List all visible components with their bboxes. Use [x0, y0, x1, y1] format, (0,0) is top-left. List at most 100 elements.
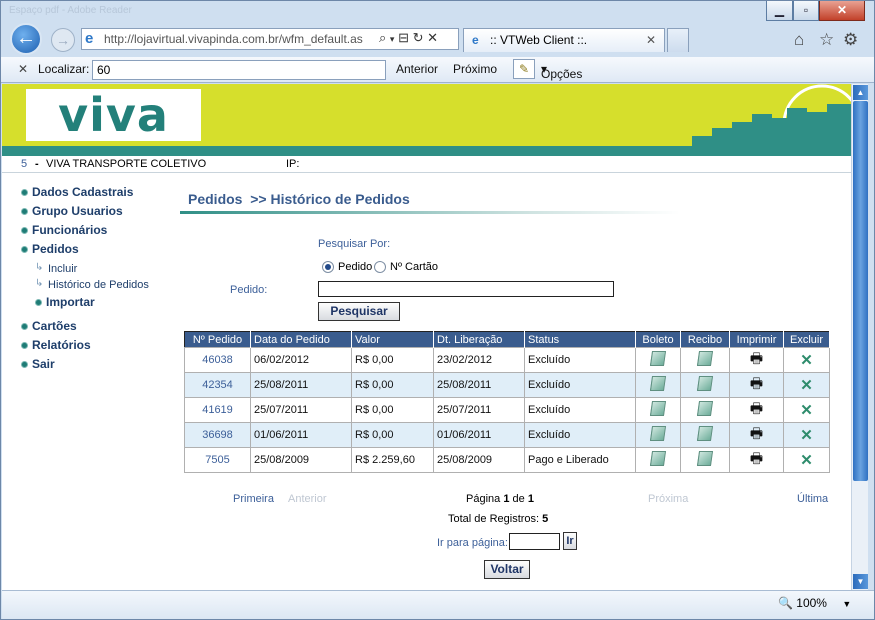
search-button[interactable]: Pesquisar	[318, 302, 400, 321]
sidebar-sub-historico[interactable]: Histórico de Pedidos	[35, 278, 149, 291]
compatibility-icon[interactable]: ⊟	[398, 30, 409, 45]
recibo-icon[interactable]	[696, 376, 714, 391]
search-icon[interactable]: ⌕	[379, 30, 386, 45]
table-row: 36698 01/06/2011 R$ 0,00 01/06/2011 Excluído…	[184, 422, 830, 448]
boleto-cell	[635, 422, 681, 448]
find-input[interactable]: 60	[92, 60, 386, 80]
close-window-button[interactable]: ✕	[819, 1, 865, 21]
order-id-link[interactable]: 41619	[184, 397, 251, 423]
tab-vtweb[interactable]: e :: VTWeb Client ::. ✕	[463, 28, 665, 52]
viva-logo: viva	[26, 89, 201, 141]
sidebar-item-funcionarios[interactable]: Funcionários	[21, 223, 107, 237]
minimize-button[interactable]: ▁	[766, 1, 793, 21]
page-title: Pedidos >> Histórico de Pedidos	[188, 191, 410, 207]
printer-icon[interactable]: 🖶	[750, 423, 763, 447]
find-options-button[interactable]: Opções ▾	[541, 62, 582, 81]
delete-icon[interactable]: ✕	[800, 452, 813, 469]
goto-page-input[interactable]	[509, 533, 560, 550]
orders-table: Nº Pedido Data do Pedido Valor Dt. Liber…	[184, 331, 830, 473]
stop-icon[interactable]: ✕	[427, 30, 438, 45]
title-underline	[180, 211, 680, 214]
radio-cartao[interactable]	[374, 261, 386, 273]
banner-skyline-graphic	[692, 84, 851, 146]
scroll-up-arrow[interactable]: ▲	[853, 85, 868, 100]
printer-icon[interactable]: 🖶	[750, 398, 763, 422]
col-header: Excluir	[783, 331, 830, 348]
company-code: 5	[21, 158, 28, 170]
boleto-icon[interactable]	[649, 376, 667, 391]
printer-icon[interactable]: 🖶	[750, 348, 763, 372]
browser-window: Espaço pdf - Adobe Reader ▁ ▫ ✕ ← → e ht…	[0, 0, 875, 620]
find-previous-button[interactable]: Anterior	[396, 62, 438, 76]
sidebar-item-dados-cadastrais[interactable]: Dados Cadastrais	[21, 185, 133, 199]
scroll-thumb[interactable]	[853, 101, 868, 481]
order-id-link[interactable]: 46038	[184, 347, 251, 373]
close-find-icon[interactable]: ✕	[18, 62, 28, 76]
order-status: Excluído	[524, 372, 636, 398]
radio-cartao-label: Nº Cartão	[390, 261, 439, 273]
highlight-icon[interactable]: ✎	[513, 59, 535, 79]
gear-icon[interactable]: ⚙	[843, 30, 858, 50]
boleto-icon[interactable]	[649, 401, 667, 416]
maximize-button[interactable]: ▫	[793, 1, 819, 21]
sidebar-item-pedidos[interactable]: Pedidos	[21, 242, 79, 256]
boleto-icon[interactable]	[649, 351, 667, 366]
boleto-icon[interactable]	[649, 426, 667, 441]
col-header: Boleto	[635, 331, 681, 348]
delete-icon[interactable]: ✕	[800, 377, 813, 394]
recibo-icon[interactable]	[696, 401, 714, 416]
order-date: 06/02/2012	[250, 347, 352, 373]
scroll-down-arrow[interactable]: ▼	[853, 574, 868, 589]
sidebar-sub-incluir[interactable]: Incluir	[35, 262, 77, 275]
boleto-icon[interactable]	[649, 451, 667, 466]
company-separator: -	[35, 158, 39, 170]
new-tab-button[interactable]	[667, 28, 689, 52]
pager-first-link[interactable]: Primeira	[233, 493, 274, 505]
delete-cell: ✕	[783, 447, 830, 473]
printer-icon[interactable]: 🖶	[750, 448, 763, 472]
company-info-bar: 5 - VIVA TRANSPORTE COLETIVO IP:	[2, 156, 851, 173]
close-tab-icon[interactable]: ✕	[646, 29, 656, 51]
recibo-icon[interactable]	[696, 351, 714, 366]
tab-title: :: VTWeb Client ::.	[490, 33, 588, 47]
radio-pedido[interactable]	[322, 261, 334, 273]
order-id-link[interactable]: 7505	[184, 447, 251, 473]
pager-last-link[interactable]: Última	[797, 493, 828, 505]
sidebar-sub-importar[interactable]: Importar	[35, 295, 95, 309]
home-icon[interactable]: ⌂	[794, 30, 804, 50]
col-header: Status	[524, 331, 636, 348]
radio-pedido-label: Pedido	[338, 261, 373, 273]
delete-icon[interactable]: ✕	[800, 402, 813, 419]
zoom-control[interactable]: 🔍 100% ▼	[778, 596, 851, 610]
back-button[interactable]: ←	[10, 23, 42, 55]
table-row: 41619 25/07/2011 R$ 0,00 25/07/2011 Excluído…	[184, 397, 830, 423]
delete-cell: ✕	[783, 347, 830, 373]
pedido-input[interactable]	[318, 281, 614, 297]
refresh-icon[interactable]: ↻	[413, 30, 424, 45]
favorites-star-icon[interactable]: ☆	[819, 30, 834, 50]
find-next-button[interactable]: Próximo	[453, 62, 497, 76]
forward-button[interactable]: →	[51, 28, 75, 52]
recibo-icon[interactable]	[696, 426, 714, 441]
order-id-link[interactable]: 36698	[184, 422, 251, 448]
sidebar-item-relatorios[interactable]: Relatórios	[21, 338, 91, 352]
sidebar-item-sair[interactable]: Sair	[21, 357, 55, 371]
goto-page-button[interactable]: Ir	[563, 532, 577, 550]
sidebar-item-grupo-usuarios[interactable]: Grupo Usuarios	[21, 204, 123, 218]
printer-icon[interactable]: 🖶	[750, 373, 763, 397]
vertical-scrollbar[interactable]: ▲ ▼	[851, 84, 868, 590]
order-status: Excluído	[524, 397, 636, 423]
order-id-link[interactable]: 42354	[184, 372, 251, 398]
window-title: Espaço pdf - Adobe Reader	[9, 5, 132, 16]
delete-cell: ✕	[783, 422, 830, 448]
dropdown-icon[interactable]: ▾	[390, 34, 395, 44]
sidebar-item-cartoes[interactable]: Cartões	[21, 319, 77, 333]
site-banner: viva	[2, 84, 851, 146]
back-button-voltar[interactable]: Voltar	[484, 560, 530, 579]
print-cell: 🖶	[729, 422, 784, 448]
delete-icon[interactable]: ✕	[800, 352, 813, 369]
delete-icon[interactable]: ✕	[800, 427, 813, 444]
banner-strip	[2, 146, 851, 156]
recibo-icon[interactable]	[696, 451, 714, 466]
delete-cell: ✕	[783, 397, 830, 423]
